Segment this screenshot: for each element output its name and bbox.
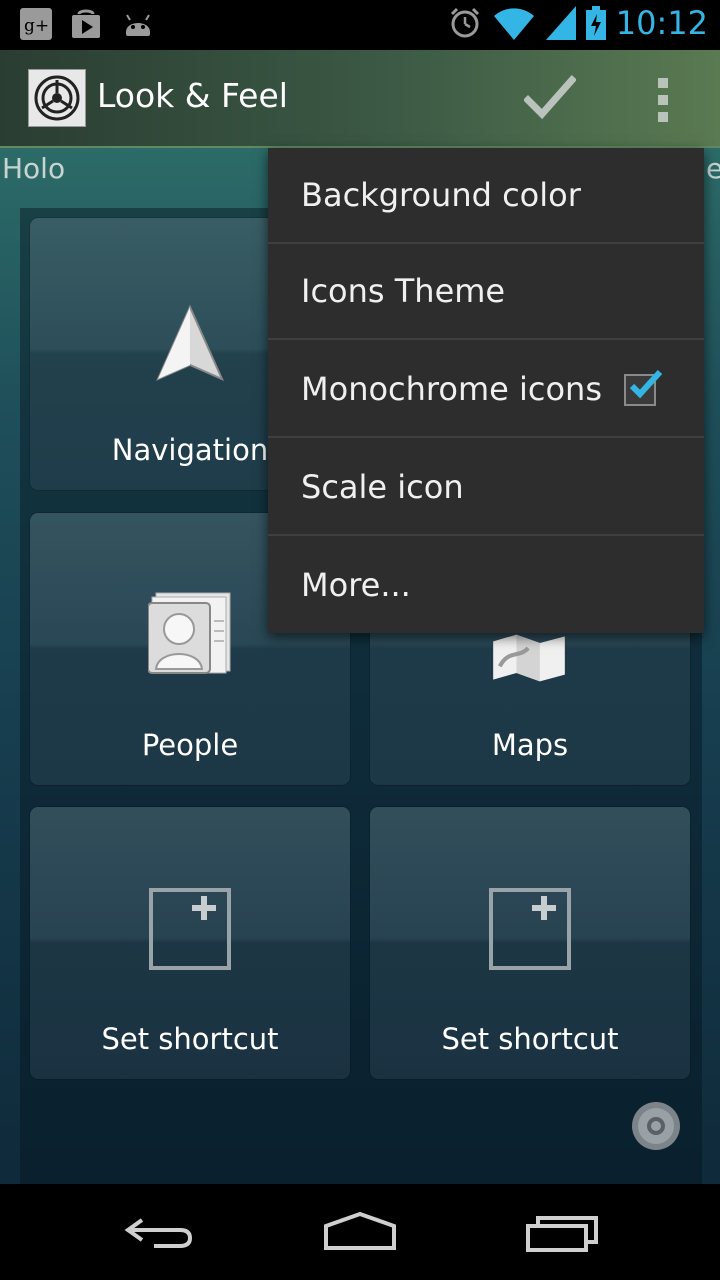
action-bar: Look & Feel <box>0 50 720 148</box>
menu-item-label: Background color <box>301 176 581 214</box>
tile-label: Set shortcut <box>101 1022 279 1056</box>
theme-label-next: e <box>706 152 720 185</box>
alarm-icon <box>450 7 479 38</box>
home-icon[interactable] <box>322 1212 398 1252</box>
menu-item-background-color[interactable]: Background color <box>268 148 704 244</box>
app-icon[interactable] <box>28 69 86 127</box>
signal-icon <box>545 6 576 40</box>
add-shortcut-icon <box>489 888 571 970</box>
status-bar: g+ 10:12 <box>0 0 720 50</box>
menu-item-label: Scale icon <box>301 468 464 506</box>
monochrome-icons-checkbox[interactable] <box>624 369 663 406</box>
android-icon <box>126 14 150 36</box>
menu-item-label: Icons Theme <box>301 272 506 310</box>
tile-label: Maps <box>491 728 569 762</box>
checkmark-icon <box>629 369 663 399</box>
settings-gear-icon[interactable] <box>630 1100 682 1152</box>
back-icon[interactable] <box>124 1212 196 1252</box>
status-time: 10:12 <box>615 4 708 42</box>
theme-label: Holo <box>2 152 66 185</box>
recents-icon[interactable] <box>524 1212 600 1254</box>
menu-item-scale-icon[interactable]: Scale icon <box>268 440 704 536</box>
overflow-menu: Background color Icons Theme Monochrome … <box>268 148 704 633</box>
play-store-icon <box>72 9 100 38</box>
tile-label: People <box>141 728 239 762</box>
google-plus-icon: g+ <box>20 8 52 40</box>
wifi-icon <box>493 8 534 40</box>
overflow-menu-icon[interactable] <box>654 76 674 124</box>
menu-item-monochrome-icons[interactable]: Monochrome icons <box>268 342 704 438</box>
battery-charging-icon <box>585 6 606 40</box>
menu-item-more[interactable]: More... <box>268 538 704 634</box>
people-contact-icon <box>148 592 231 674</box>
tile-label: Set shortcut <box>441 1022 619 1056</box>
check-icon[interactable] <box>524 74 576 122</box>
svg-text:g+: g+ <box>24 16 49 36</box>
add-shortcut-icon <box>149 888 231 970</box>
navigation-arrow-icon <box>156 304 224 381</box>
tile-set-shortcut[interactable]: Set shortcut <box>370 807 690 1079</box>
tile-set-shortcut[interactable]: Set shortcut <box>30 807 350 1079</box>
maps-icon <box>493 634 565 682</box>
menu-item-icons-theme[interactable]: Icons Theme <box>268 244 704 340</box>
navigation-bar <box>0 1184 720 1280</box>
menu-item-label: More... <box>301 566 411 604</box>
menu-item-label: Monochrome icons <box>301 370 602 408</box>
page-title: Look & Feel <box>97 76 288 115</box>
